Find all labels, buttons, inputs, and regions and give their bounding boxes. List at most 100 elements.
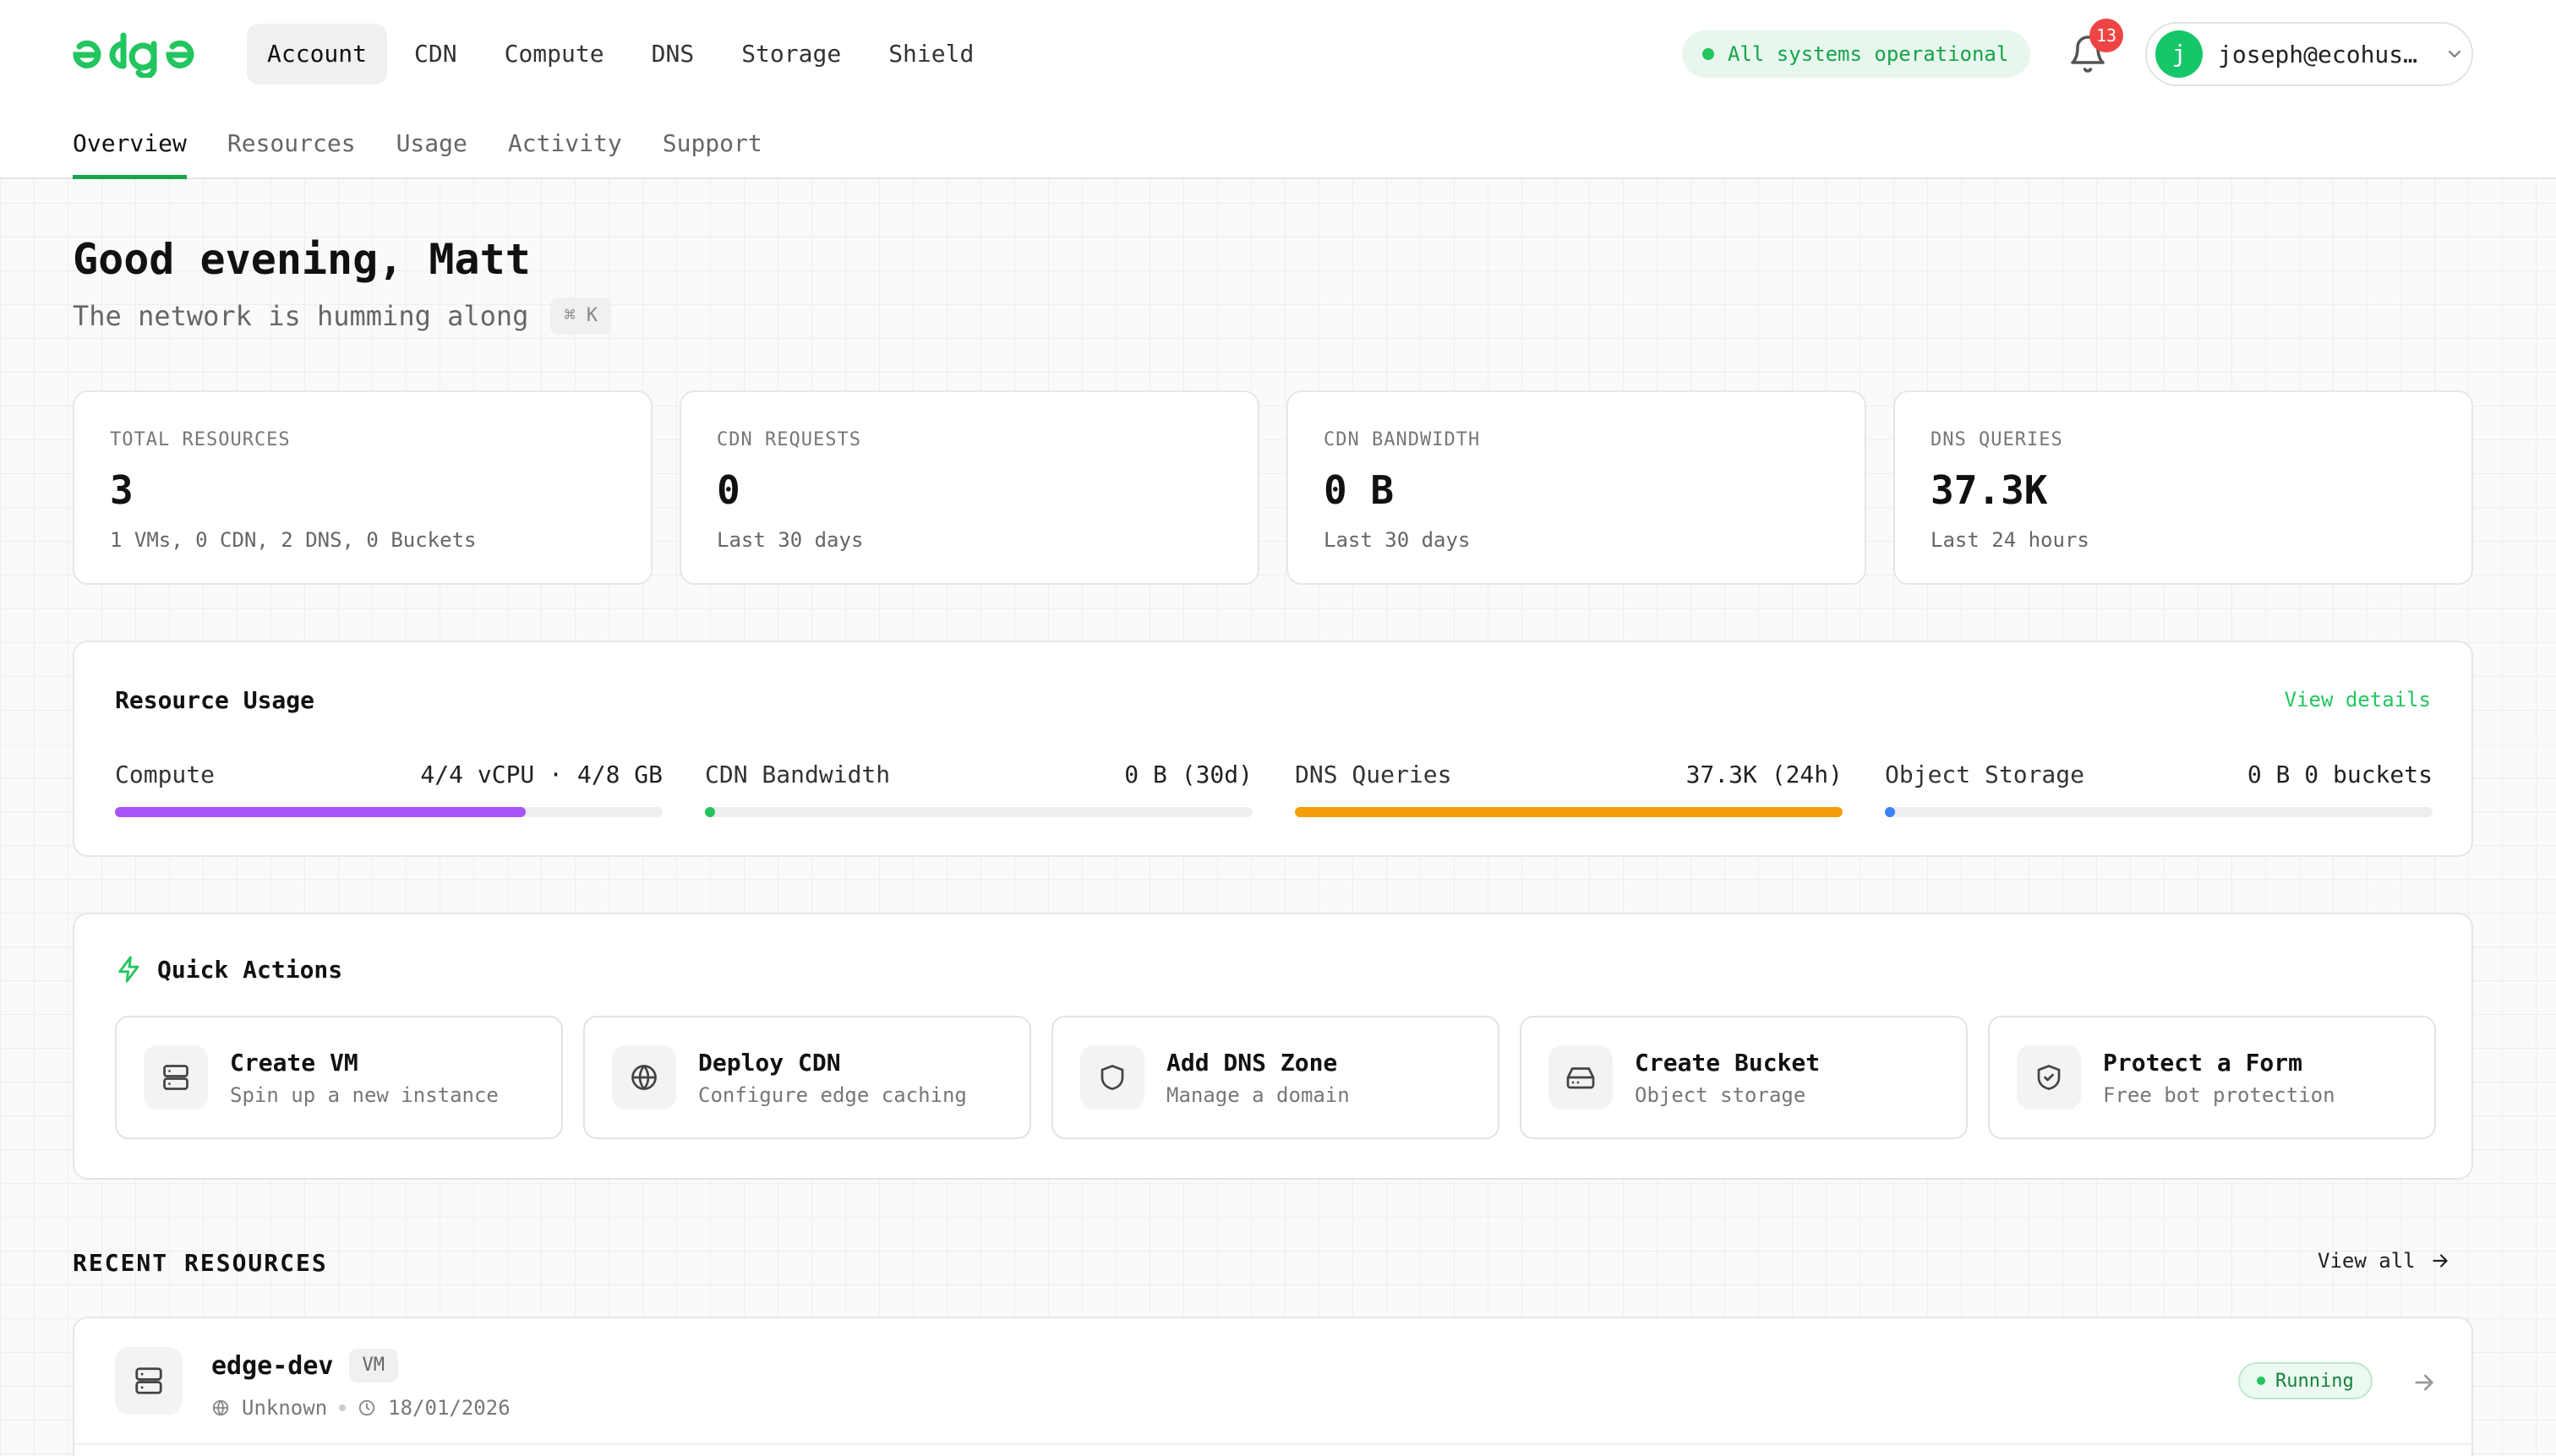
resource-usage-title: Resource Usage	[115, 686, 315, 714]
stat-subtext: 1 VMs, 0 CDN, 2 DNS, 0 Buckets	[110, 528, 477, 552]
meter-fill	[1885, 807, 1895, 817]
view-details-link[interactable]: View details	[2285, 688, 2431, 712]
resource-row-edge-dev[interactable]: edge-dev VM Unknown 18/01/2026 Running	[74, 1318, 2475, 1445]
nav-compute[interactable]: Compute	[484, 24, 625, 85]
shield-icon	[1100, 1065, 1124, 1090]
protect-form-button[interactable]: Protect a Form Free bot protection	[1988, 1016, 2436, 1139]
meter-fill	[705, 807, 715, 817]
action-name: Create VM	[230, 1048, 358, 1077]
status-dot-icon	[1702, 48, 1714, 60]
usage-meter-object-storage: Object Storage 0 B 0 buckets	[1885, 761, 2433, 817]
server-icon	[135, 1367, 162, 1394]
meter-value: 0 B (30d)	[1124, 761, 1253, 788]
resource-date: 18/01/2026	[388, 1396, 511, 1420]
main-nav: Account CDN Compute DNS Storage Shield	[247, 24, 994, 85]
page-subtitle-row: The network is humming along ⌘ K	[73, 297, 612, 335]
create-bucket-button[interactable]: Create Bucket Object storage	[1520, 1016, 1968, 1139]
view-all-label: View all	[2318, 1249, 2416, 1273]
nav-dns[interactable]: DNS	[631, 24, 715, 85]
server-icon	[163, 1065, 188, 1090]
deploy-cdn-button[interactable]: Deploy CDN Configure edge caching	[583, 1016, 1031, 1139]
stat-label: CDN REQUESTS	[717, 429, 861, 450]
stat-card-dns-queries: DNS QUERIES 37.3K Last 24 hours	[1893, 390, 2473, 585]
arrow-right-icon	[2432, 1254, 2448, 1268]
usage-meter-compute: Compute 4/4 vCPU · 4/8 GB	[115, 761, 663, 817]
tab-overview[interactable]: Overview	[73, 127, 187, 179]
view-all-link[interactable]: View all	[2318, 1249, 2451, 1273]
recent-resources-list: edge-dev VM Unknown 18/01/2026 Running	[73, 1317, 2475, 1456]
action-name: Create Bucket	[1635, 1048, 1821, 1077]
meter-track	[1295, 807, 1843, 817]
resource-location: Unknown	[242, 1396, 328, 1420]
nav-account[interactable]: Account	[247, 24, 388, 85]
usage-meter-dns-queries: DNS Queries 37.3K (24h)	[1295, 761, 1843, 817]
meter-track	[115, 807, 663, 817]
quick-actions-title: Quick Actions	[157, 955, 343, 984]
meter-label: CDN Bandwidth	[705, 761, 891, 788]
action-name: Add DNS Zone	[1166, 1048, 1338, 1077]
sub-nav: Overview Resources Usage Activity Suppor…	[73, 127, 762, 179]
running-dot-icon	[2257, 1377, 2265, 1385]
lightning-icon	[118, 956, 139, 983]
meter-value: 0 B 0 buckets	[2247, 761, 2433, 788]
page-subtitle: The network is humming along	[73, 300, 529, 332]
meter-value: 4/4 vCPU · 4/8 GB	[420, 761, 663, 788]
page-title: Good evening, Matt	[73, 235, 531, 284]
meter-label: Object Storage	[1885, 761, 2085, 788]
avatar: j	[2155, 30, 2203, 78]
action-name: Deploy CDN	[698, 1048, 841, 1077]
usage-meter-cdn-bandwidth: CDN Bandwidth 0 B (30d)	[705, 761, 1253, 817]
meter-label: Compute	[115, 761, 216, 788]
meter-fill	[115, 807, 526, 817]
action-description: Configure edge caching	[698, 1082, 967, 1107]
notification-count-badge: 13	[2089, 19, 2123, 52]
edge-logo[interactable]	[71, 32, 194, 78]
resource-type-badge: VM	[348, 1349, 398, 1382]
globe-icon	[631, 1065, 657, 1090]
nav-cdn[interactable]: CDN	[394, 24, 478, 85]
tab-resources[interactable]: Resources	[227, 127, 356, 179]
stat-value: 0	[717, 467, 740, 513]
action-name: Protect a Form	[2103, 1048, 2303, 1077]
stat-value: 37.3K	[1931, 467, 2048, 513]
meter-track	[705, 807, 1253, 817]
stat-card-cdn-requests: CDN REQUESTS 0 Last 30 days	[680, 390, 1259, 585]
status-text: All systems operational	[1728, 42, 2009, 66]
meter-label: DNS Queries	[1295, 761, 1452, 788]
status-label: Running	[2275, 1370, 2354, 1392]
meter-value: 37.3K (24h)	[1685, 761, 1843, 788]
stat-label: TOTAL RESOURCES	[110, 429, 291, 450]
add-dns-zone-button[interactable]: Add DNS Zone Manage a domain	[1051, 1016, 1499, 1139]
recent-resources-title: RECENT RESOURCES	[73, 1249, 328, 1277]
action-description: Object storage	[1635, 1082, 1806, 1107]
meter-track	[1885, 807, 2433, 817]
stat-card-total-resources: TOTAL RESOURCES 3 1 VMs, 0 CDN, 2 DNS, 0…	[73, 390, 653, 585]
stat-subtext: Last 30 days	[717, 528, 864, 552]
tab-activity[interactable]: Activity	[508, 127, 622, 179]
tab-support[interactable]: Support	[663, 127, 762, 179]
arrow-right-icon[interactable]	[2411, 1369, 2438, 1396]
globe-icon	[212, 1399, 229, 1416]
stat-card-cdn-bandwidth: CDN BANDWIDTH 0 B Last 30 days	[1286, 390, 1866, 585]
system-status-badge[interactable]: All systems operational	[1682, 30, 2031, 78]
action-description: Spin up a new instance	[230, 1082, 499, 1107]
stat-subtext: Last 30 days	[1324, 528, 1471, 552]
top-header: Account CDN Compute DNS Storage Shield A…	[0, 0, 2556, 179]
create-vm-button[interactable]: Create VM Spin up a new instance	[115, 1016, 563, 1139]
tab-usage[interactable]: Usage	[396, 127, 467, 179]
quick-actions-panel: Quick Actions Create VM Spin up a new in…	[73, 913, 2473, 1180]
user-menu-button[interactable]: j joseph@ecohus…	[2145, 22, 2473, 86]
clock-icon	[358, 1399, 375, 1416]
nav-shield[interactable]: Shield	[868, 24, 994, 85]
nav-storage[interactable]: Storage	[721, 24, 861, 85]
hard-drive-icon	[1566, 1067, 1595, 1089]
action-description: Free bot protection	[2103, 1082, 2335, 1107]
separator-dot	[339, 1404, 347, 1411]
command-palette-shortcut[interactable]: ⌘ K	[550, 297, 612, 335]
stat-value: 0 B	[1324, 467, 1395, 513]
chevron-down-icon	[2449, 51, 2460, 57]
resource-usage-panel: Resource Usage View details Compute 4/4 …	[73, 641, 2473, 857]
resource-name: edge-dev	[211, 1350, 334, 1381]
status-badge: Running	[2238, 1362, 2373, 1399]
action-description: Manage a domain	[1166, 1082, 1350, 1107]
